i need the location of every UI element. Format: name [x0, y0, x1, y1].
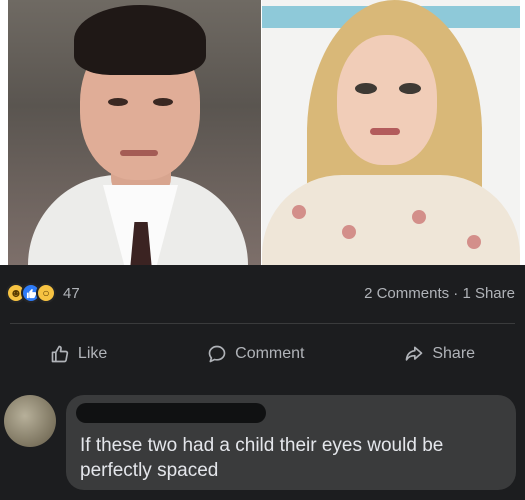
- share-arrow-icon: [406, 346, 423, 361]
- eye-left-shape: [355, 83, 377, 94]
- comment-text: If these two had a child their eyes woul…: [80, 435, 444, 481]
- avatar[interactable]: [4, 395, 56, 447]
- blouse-shape: [262, 175, 520, 265]
- share-label: Share: [432, 345, 476, 362]
- mouth-shape: [370, 128, 400, 135]
- hair-shape: [74, 5, 206, 75]
- photo-left[interactable]: [8, 0, 261, 265]
- comment-button[interactable]: Comment: [195, 338, 316, 370]
- speech-bubble-icon: [208, 345, 226, 363]
- floral-print-dot: [342, 225, 356, 239]
- reaction-summary[interactable]: ☻ ○ 47: [6, 283, 80, 303]
- like-label: Like: [77, 345, 108, 362]
- wow-icon: ○: [36, 283, 56, 303]
- eye-left-shape: [108, 98, 128, 106]
- share-button[interactable]: Share: [392, 338, 487, 370]
- face-shape: [337, 35, 437, 165]
- floral-print-dot: [467, 235, 481, 249]
- eye-right-shape: [153, 98, 173, 106]
- reaction-count[interactable]: 47: [63, 285, 80, 302]
- reactions-bar: ☻ ○ 47 2 Comments · 1 Share: [0, 265, 525, 315]
- post-actions: Like Comment Share: [0, 330, 525, 378]
- eye-right-shape: [399, 83, 421, 94]
- redacted-author-name: [76, 403, 266, 423]
- mouth-shape: [120, 150, 158, 156]
- comments-shares-count[interactable]: 2 Comments · 1 Share: [364, 285, 515, 302]
- comment-bubble[interactable]: If these two had a child their eyes woul…: [66, 395, 516, 490]
- comment-label: Comment: [235, 345, 305, 362]
- like-button[interactable]: Like: [38, 338, 119, 370]
- divider: [10, 323, 515, 324]
- post-photo-collage[interactable]: [0, 0, 525, 265]
- comment: If these two had a child their eyes woul…: [0, 385, 525, 500]
- floral-print-dot: [292, 205, 306, 219]
- thumbs-up-icon: [51, 345, 69, 363]
- photo-right[interactable]: [262, 0, 520, 265]
- floral-print-dot: [412, 210, 426, 224]
